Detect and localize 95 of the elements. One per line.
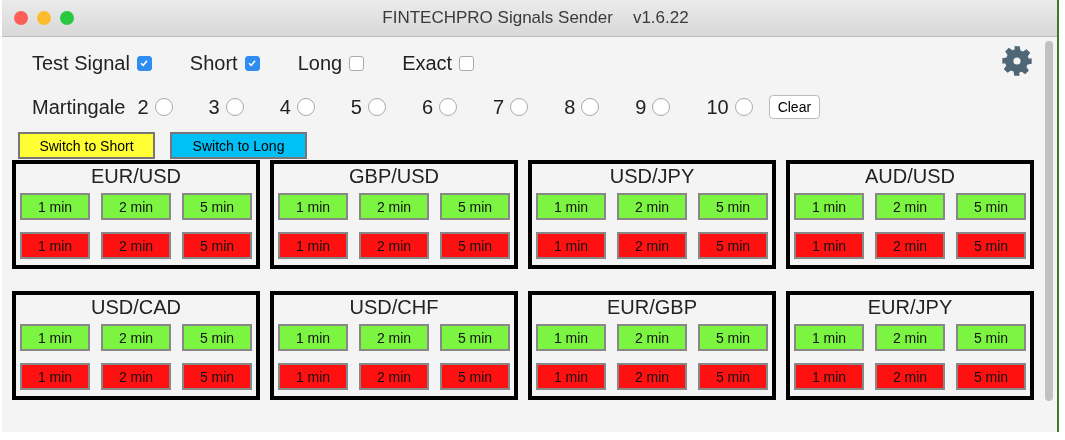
option-label: Short [189,51,238,75]
pair-title: USD/CAD [91,295,181,319]
buy-button[interactable]: 1 min [20,193,90,220]
scrollbar-thumb[interactable] [1045,41,1053,401]
sell-button[interactable]: 1 min [794,232,864,259]
sell-button[interactable]: 1 min [20,363,90,390]
check-icon [247,58,258,68]
sell-button[interactable]: 5 min [182,363,252,390]
pair-title: EUR/GBP [607,295,697,319]
buy-button[interactable]: 1 min [794,324,864,351]
buy-button[interactable]: 2 min [101,324,171,351]
buy-button[interactable]: 5 min [182,324,252,351]
checkbox[interactable] [349,55,365,71]
radio-button[interactable] [652,98,671,116]
radio-button[interactable] [510,98,529,116]
pair-title: USD/JPY [609,164,695,188]
minimize-button[interactable] [37,11,51,25]
buy-button[interactable]: 5 min [698,193,768,220]
buy-button[interactable]: 2 min [359,324,429,351]
buy-button[interactable]: 1 min [536,193,606,220]
sell-button[interactable]: 5 min [698,363,768,390]
option-label: 8 [564,95,576,119]
buy-button[interactable]: 1 min [278,193,348,220]
sell-button[interactable]: 5 min [956,232,1026,259]
sell-button[interactable]: 1 min [278,363,348,390]
option-label: 10 [706,95,729,119]
buy-button[interactable]: 5 min [956,324,1026,351]
buy-button[interactable]: 2 min [875,324,945,351]
buy-button[interactable]: 2 min [875,193,945,220]
checkbox[interactable] [244,55,260,71]
sell-button[interactable]: 2 min [617,232,687,259]
sell-button[interactable]: 5 min [182,232,252,259]
option-label: Exact [402,51,453,75]
checkbox[interactable] [459,55,475,71]
sell-button[interactable]: 1 min [536,232,606,259]
switch-button[interactable]: Switch to Long [170,132,307,159]
settings-icon[interactable] [1001,45,1033,77]
buy-button[interactable]: 5 min [698,324,768,351]
buy-button[interactable]: 5 min [440,193,510,220]
martingale-label: Martingale [32,95,126,119]
option-label: 9 [635,95,647,119]
sell-button[interactable]: 1 min [278,232,348,259]
close-button[interactable] [14,11,28,25]
radio-button[interactable] [734,98,753,116]
version-label: v1.6.22 [632,8,689,28]
option-label: 7 [493,95,505,119]
sell-button[interactable]: 2 min [617,363,687,390]
buy-button[interactable]: 2 min [617,193,687,220]
sell-button[interactable]: 5 min [956,363,1026,390]
sell-button[interactable]: 5 min [440,363,510,390]
option-label: Test Signal [32,51,130,75]
buy-button[interactable]: 2 min [359,193,429,220]
buy-button[interactable]: 2 min [617,324,687,351]
check-icon [139,58,150,68]
sell-button[interactable]: 2 min [359,363,429,390]
sell-button[interactable]: 5 min [440,232,510,259]
option-label: 4 [279,95,291,119]
radio-button[interactable] [367,98,386,116]
window-title: FINTECHPRO Signals Sender [382,8,613,28]
buy-button[interactable]: 5 min [182,193,252,220]
buy-button[interactable]: 1 min [536,324,606,351]
radio-button[interactable] [154,98,173,116]
buy-button[interactable]: 1 min [278,324,348,351]
sell-button[interactable]: 2 min [101,363,171,390]
checkbox[interactable] [136,55,152,71]
sell-button[interactable]: 5 min [698,232,768,259]
option-label: 2 [137,95,149,119]
sell-button[interactable]: 1 min [20,232,90,259]
clear-button[interactable]: Clear [768,95,821,119]
pair-title: AUD/USD [865,164,955,188]
radio-button[interactable] [296,98,315,116]
sell-button[interactable]: 2 min [101,232,171,259]
radio-button[interactable] [225,98,244,116]
option-label: 6 [421,95,433,119]
switch-button[interactable]: Switch to Short [18,132,155,159]
zoom-button[interactable] [60,11,74,25]
radio-button[interactable] [439,98,457,116]
sell-button[interactable]: 1 min [794,363,864,390]
sell-button[interactable]: 2 min [875,232,945,259]
sell-button[interactable]: 1 min [536,363,606,390]
option-label: Long [297,51,343,75]
pair-title: GBP/USD [349,164,439,188]
buy-button[interactable]: 5 min [440,324,510,351]
buy-button[interactable]: 1 min [794,193,864,220]
sell-button[interactable]: 2 min [875,363,945,390]
pair-title: USD/CHF [349,295,439,319]
buy-button[interactable]: 2 min [101,193,171,220]
buy-button[interactable]: 1 min [20,324,90,351]
radio-button[interactable] [581,98,600,116]
buy-button[interactable]: 5 min [956,193,1026,220]
pair-title: EUR/JPY [867,295,953,319]
option-label: 3 [208,95,220,119]
sell-button[interactable]: 2 min [359,232,429,259]
pair-title: EUR/USD [91,164,181,188]
option-label: 5 [350,95,362,119]
